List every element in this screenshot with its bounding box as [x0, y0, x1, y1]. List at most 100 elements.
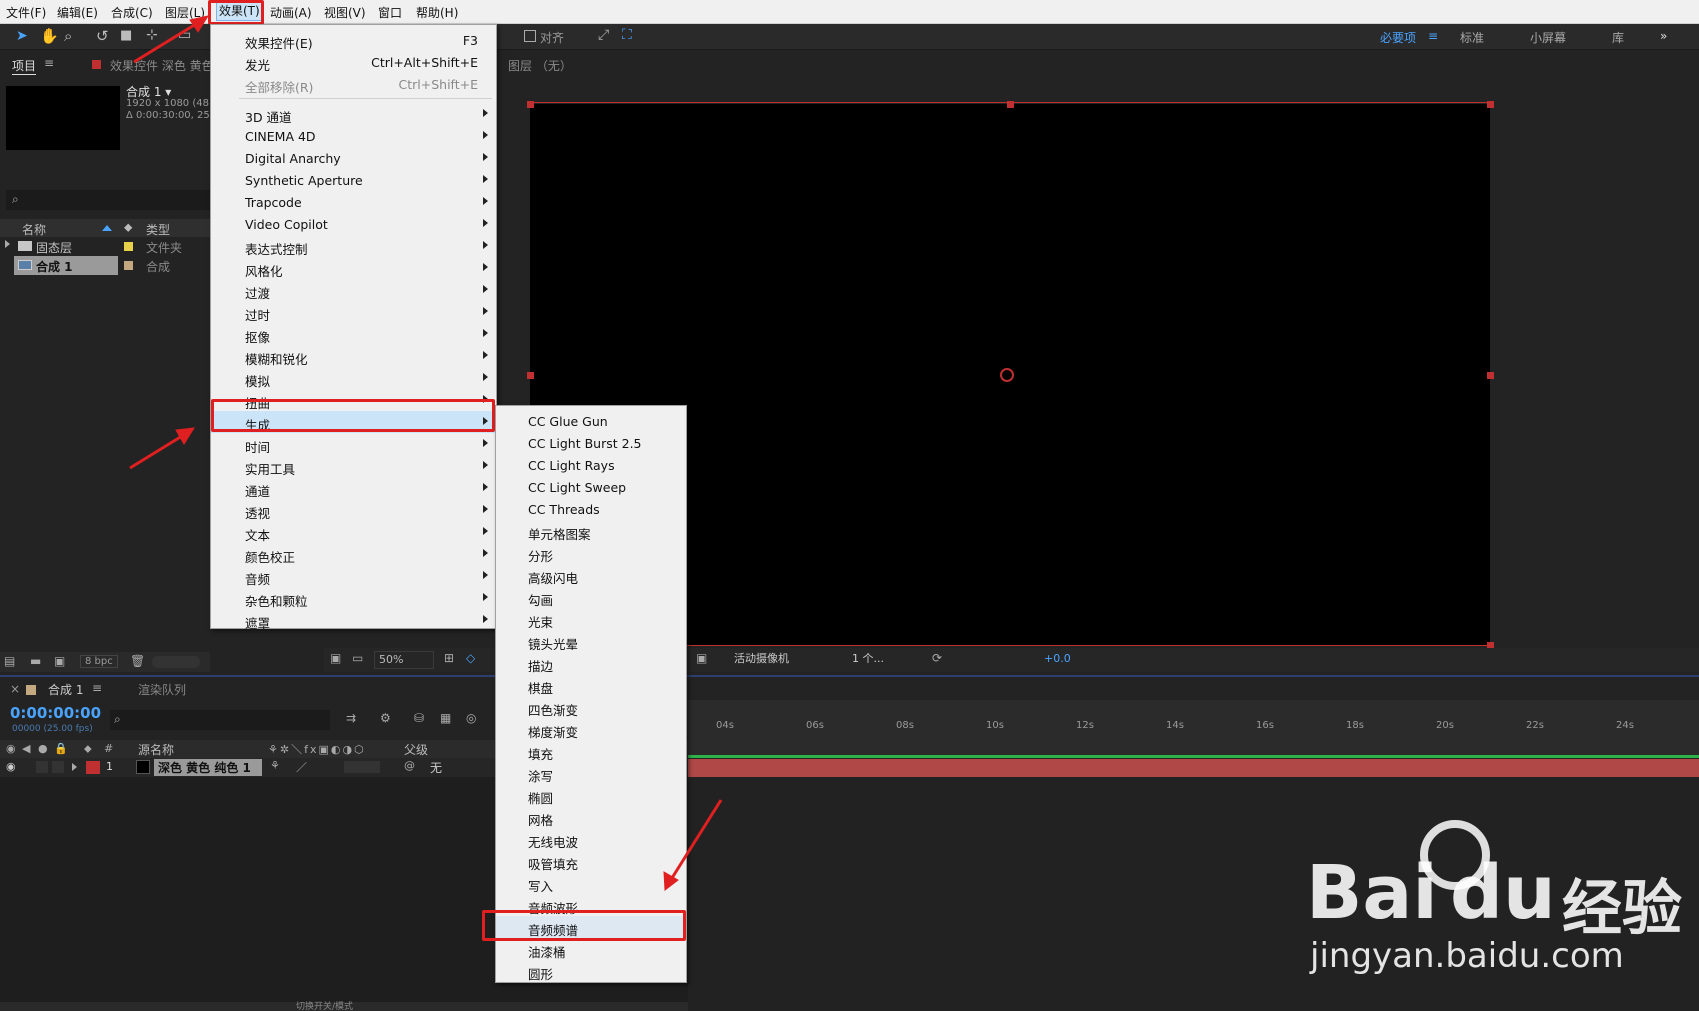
new-comp-icon[interactable]: ▣	[54, 654, 65, 668]
generate-effect-item[interactable]: 无线电波	[496, 828, 686, 850]
generate-effect-item[interactable]: 网格	[496, 806, 686, 828]
menu-composition[interactable]: 合成(C)	[111, 4, 153, 21]
effect-category-item[interactable]: Video Copilot	[211, 213, 496, 235]
lock-toggle[interactable]	[52, 761, 64, 773]
list-item[interactable]: 合成 1 合成	[0, 256, 210, 275]
layer-duration-bar[interactable]	[688, 759, 1699, 777]
effect-category-item[interactable]: 实用工具	[211, 455, 496, 477]
effect-category-item[interactable]: 过渡	[211, 279, 496, 301]
layer-name[interactable]: 深色 黄色 纯色 1	[154, 759, 262, 776]
motion-blur-icon[interactable]: ◎	[466, 711, 476, 725]
expand-arrow-icon[interactable]	[5, 240, 10, 248]
rotate-tool-icon[interactable]: ↺	[96, 27, 109, 45]
generate-effect-item[interactable]: 单元格图案	[496, 520, 686, 542]
bpc-button[interactable]: 8 bpc	[80, 655, 118, 668]
transform-handle[interactable]	[1487, 372, 1494, 379]
switches-header-icon[interactable]: ⚘✲＼fx▣◐◑⬡	[268, 741, 366, 757]
pick-whip-icon[interactable]: @	[404, 759, 415, 772]
shy-layers-icon[interactable]: ⛁	[414, 711, 424, 725]
composition-mini-flowchart-icon[interactable]: ⇉	[346, 711, 356, 725]
eye-icon[interactable]: ◉	[6, 760, 16, 773]
generate-effect-item[interactable]: 填充	[496, 740, 686, 762]
more-workspaces-icon[interactable]: »	[1660, 29, 1667, 43]
generate-effect-item[interactable]: 描边	[496, 652, 686, 674]
menu-view[interactable]: 视图(V)	[324, 4, 366, 21]
region-of-interest-icon[interactable]: ▣	[696, 651, 707, 665]
thumbnail-slider[interactable]	[152, 656, 200, 668]
effect-category-item[interactable]: 通道	[211, 477, 496, 499]
generate-effect-item[interactable]: 涂写	[496, 762, 686, 784]
generate-effect-item[interactable]: 写入	[496, 872, 686, 894]
current-timecode[interactable]: 0:00:00:00	[10, 704, 101, 722]
effect-category-item[interactable]: Digital Anarchy	[211, 147, 496, 169]
panel-menu-icon[interactable]: ≡	[44, 56, 54, 70]
effect-category-item[interactable]: 音频	[211, 565, 496, 587]
generate-effect-item[interactable]: 光束	[496, 608, 686, 630]
audio-toggle-icon[interactable]: ◀	[22, 742, 30, 755]
timeline-search-input[interactable]: ⌕	[110, 710, 330, 730]
mask-tool-icon[interactable]: ▭	[178, 27, 191, 43]
effect-category-item[interactable]: 文本	[211, 521, 496, 543]
views-dropdown[interactable]: 1 个...	[852, 651, 912, 669]
zoom-dropdown[interactable]: 50%	[374, 651, 434, 669]
effect-category-item[interactable]: 3D 通道	[211, 103, 496, 125]
effect-category-item[interactable]: 表达式控制	[211, 235, 496, 257]
generate-effect-item[interactable]: CC Light Sweep	[496, 476, 686, 498]
tab-render-queue[interactable]: 渲染队列	[138, 681, 186, 698]
new-folder-icon[interactable]: ▬	[30, 654, 41, 668]
switch-boxes[interactable]	[344, 761, 380, 773]
trash-icon[interactable]: 🗑	[130, 654, 145, 668]
effect-menu-item[interactable]: 效果控件(E) F3	[211, 29, 496, 51]
mask-path-icon[interactable]: ◇	[466, 651, 475, 665]
effect-category-item[interactable]: 透视	[211, 499, 496, 521]
generate-effect-item[interactable]: 四色渐变	[496, 696, 686, 718]
column-source-name[interactable]: 源名称	[138, 741, 174, 758]
generate-effect-item[interactable]: CC Light Rays	[496, 454, 686, 476]
time-ruler[interactable]: 04s 06s 08s 10s 12s 14s 16s 18s 20s 22s …	[688, 718, 1699, 740]
generate-effect-item[interactable]: 棋盘	[496, 674, 686, 696]
column-name[interactable]: 名称	[22, 221, 46, 238]
generate-effect-item[interactable]: 油漆桶	[496, 938, 686, 960]
effect-category-item[interactable]: 抠像	[211, 323, 496, 345]
generate-effect-item[interactable]: CC Light Burst 2.5	[496, 432, 686, 454]
menu-help[interactable]: 帮助(H)	[416, 4, 458, 21]
tab-timeline-comp[interactable]: 合成 1	[48, 681, 83, 698]
snap-options-icon[interactable]: ⤢	[598, 27, 609, 43]
snap-target-icon[interactable]: ⛶	[622, 27, 632, 43]
quality-switch-icon[interactable]: ／	[296, 759, 307, 775]
effect-category-item[interactable]: 颜色校正	[211, 543, 496, 565]
snap-checkbox[interactable]	[524, 30, 536, 42]
interpret-footage-icon[interactable]: ▤	[4, 654, 15, 668]
workspace-menu-icon[interactable]: ≡	[1428, 29, 1438, 43]
tab-effect-controls[interactable]: 效果控件 深色 黄色	[110, 57, 214, 74]
effect-category-item[interactable]: 过时	[211, 301, 496, 323]
column-type[interactable]: 类型	[146, 221, 170, 238]
transform-handle[interactable]	[527, 372, 534, 379]
effect-menu-item[interactable]: 发光 Ctrl+Alt+Shift+E	[211, 51, 496, 73]
label-tag-icon[interactable]: ⬥	[124, 220, 132, 235]
lock-icon[interactable]: 🔒	[54, 742, 68, 755]
panel-menu-icon[interactable]: ≡	[92, 681, 102, 695]
effect-category-item[interactable]: 杂色和颗粒	[211, 587, 496, 609]
anchor-point-icon[interactable]	[1000, 368, 1014, 382]
layer-label-color[interactable]	[86, 761, 100, 774]
list-item[interactable]: 固态层 文件夹	[0, 237, 210, 256]
generate-effect-item[interactable]: CC Glue Gun	[496, 410, 686, 432]
menu-layer[interactable]: 图层(L)	[165, 4, 205, 21]
menu-animation[interactable]: 动画(A)	[270, 4, 312, 21]
workspace-standard[interactable]: 标准	[1460, 29, 1484, 46]
close-icon[interactable]: ×	[10, 682, 20, 696]
parent-dropdown[interactable]: 无	[430, 759, 442, 776]
solo-icon[interactable]: ●	[38, 742, 48, 755]
generate-effect-item[interactable]: 圆形	[496, 960, 686, 982]
effect-category-item[interactable]: 时间	[211, 433, 496, 455]
exposure-value[interactable]: +0.0	[1044, 652, 1071, 665]
monitor-icon[interactable]: ▭	[352, 651, 363, 665]
effect-category-item[interactable]: CINEMA 4D	[211, 125, 496, 147]
menu-file[interactable]: 文件(F)	[6, 4, 46, 21]
generate-effect-item[interactable]: 椭圆	[496, 784, 686, 806]
toggle-switches-modes[interactable]: 切换开关/模式	[296, 999, 353, 1011]
work-area-bar[interactable]	[688, 700, 1699, 718]
generate-effect-item[interactable]: 分形	[496, 542, 686, 564]
selection-tool-icon[interactable]: ➤	[16, 28, 28, 44]
